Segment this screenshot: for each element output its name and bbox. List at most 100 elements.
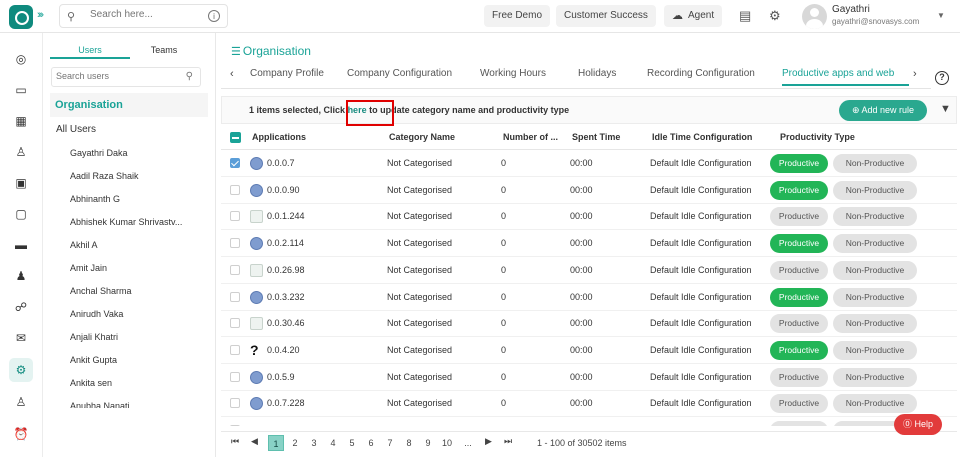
users-icon[interactable]: ♟ bbox=[9, 264, 33, 288]
list-item[interactable]: Anjali Khatri bbox=[70, 332, 118, 342]
table-row[interactable]: 0.0.0.90 Not Categorised 0 00:00 Default Idl… bbox=[221, 177, 957, 204]
table-row[interactable]: 0.0.1.244 Not Categorised 0 00:00 Default Id… bbox=[221, 203, 957, 231]
productive-toggle[interactable]: Productive bbox=[770, 394, 828, 414]
page-number[interactable]: 1 bbox=[268, 435, 284, 451]
column-applications[interactable]: Applications bbox=[252, 132, 306, 142]
row-checkbox[interactable] bbox=[230, 291, 240, 302]
non-productive-toggle[interactable]: Non-Productive bbox=[833, 287, 917, 307]
productive-toggle[interactable]: Productive bbox=[770, 180, 828, 200]
non-productive-toggle[interactable]: Non-Productive bbox=[833, 154, 917, 173]
table-row[interactable]: 0.0.26.98 Not Categorised 0 00:00 Default Id… bbox=[221, 257, 957, 284]
user-search[interactable]: ⚲ bbox=[51, 67, 201, 87]
column-productivity-type[interactable]: Productivity Type bbox=[780, 132, 855, 142]
list-item[interactable]: Gayathri Daka bbox=[70, 148, 128, 158]
row-checkbox[interactable] bbox=[230, 398, 240, 409]
non-productive-toggle[interactable]: Non-Productive bbox=[833, 260, 917, 280]
non-productive-toggle[interactable]: Non-Productive bbox=[833, 394, 917, 414]
page-number[interactable]: 4 bbox=[325, 435, 341, 451]
row-checkbox[interactable] bbox=[230, 371, 240, 382]
tab-recording-configuration[interactable]: Recording Configuration bbox=[647, 68, 755, 79]
table-row[interactable]: 0.0.7.228 Not Categorised 0 00:00 Default Id… bbox=[221, 390, 957, 418]
next-page-button[interactable]: ▶ bbox=[485, 436, 492, 447]
add-new-rule-button[interactable]: ⊕ Add new rule bbox=[839, 100, 927, 121]
prev-page-button[interactable]: ◀ bbox=[251, 436, 258, 447]
productive-toggle[interactable]: Productive bbox=[770, 154, 828, 173]
gear-icon[interactable]: ⚙ bbox=[769, 8, 781, 24]
column-spent-time[interactable]: Spent Time bbox=[572, 132, 620, 142]
global-search-input[interactable] bbox=[90, 9, 200, 20]
row-checkbox[interactable] bbox=[230, 158, 240, 168]
productive-toggle[interactable]: Productive bbox=[770, 207, 828, 227]
page-number[interactable]: 2 bbox=[287, 435, 303, 451]
tab-company-profile[interactable]: Company Profile bbox=[250, 68, 324, 79]
row-checkbox[interactable] bbox=[230, 318, 240, 329]
last-page-button[interactable]: ⏭ bbox=[504, 436, 512, 447]
non-productive-toggle[interactable]: Non-Productive bbox=[833, 234, 917, 254]
global-search[interactable]: ⚲ i bbox=[59, 4, 228, 28]
productive-toggle[interactable]: Productive bbox=[770, 340, 828, 360]
chevron-left-icon[interactable]: ‹ bbox=[230, 68, 234, 80]
row-checkbox[interactable] bbox=[230, 264, 240, 275]
page-number[interactable]: 8 bbox=[401, 435, 417, 451]
list-item[interactable]: Amit Jain bbox=[70, 263, 107, 273]
team-icon[interactable]: ☍ bbox=[9, 295, 33, 319]
dashboard-icon[interactable]: ◎ bbox=[9, 47, 33, 71]
list-item[interactable]: Akhil A bbox=[70, 240, 98, 250]
monitor-icon[interactable]: ▢ bbox=[9, 202, 33, 226]
page-number[interactable]: ... bbox=[460, 435, 476, 451]
tab-working-hours[interactable]: Working Hours bbox=[480, 68, 546, 79]
mail-icon[interactable]: ✉ bbox=[9, 326, 33, 350]
user-icon[interactable]: ♙ bbox=[9, 140, 33, 164]
table-row[interactable]: 0.0.3.232 Not Categorised 0 00:00 Default Id… bbox=[221, 284, 957, 311]
row-checkbox[interactable] bbox=[230, 425, 240, 426]
table-row[interactable]: 0.0.5.9 Not Categorised 0 00:00 Default Idle… bbox=[221, 364, 957, 391]
list-item[interactable]: Abhishek Kumar Shrivastv... bbox=[70, 217, 182, 227]
row-checkbox[interactable] bbox=[230, 344, 240, 355]
non-productive-toggle[interactable]: Non-Productive bbox=[833, 314, 917, 334]
table-row[interactable]: ? 0.0.4.20 Not Categorised 0 00:00 Default Id… bbox=[221, 337, 957, 364]
table-row[interactable]: 0.0.30.46 Not Categorised 0 00:00 Default Id… bbox=[221, 310, 957, 338]
page-number[interactable]: 6 bbox=[363, 435, 379, 451]
productive-toggle[interactable]: Productive bbox=[770, 421, 828, 426]
productive-toggle[interactable]: Productive bbox=[770, 260, 828, 280]
first-page-button[interactable]: ⏮ bbox=[231, 436, 239, 447]
customer-success-button[interactable]: Customer Success bbox=[556, 5, 656, 27]
user-search-input[interactable] bbox=[56, 71, 174, 81]
table-row[interactable]: 0.0.2.114 Not Categorised 0 00:00 Default Id… bbox=[221, 230, 957, 258]
list-item[interactable]: Ankita sen bbox=[70, 378, 112, 388]
help-button[interactable]: ⓪ Help bbox=[894, 414, 942, 435]
app-logo-icon[interactable] bbox=[9, 5, 33, 29]
expand-sidebar-icon[interactable]: ››› bbox=[37, 9, 44, 21]
productive-toggle[interactable]: Productive bbox=[770, 367, 828, 387]
page-number[interactable]: 5 bbox=[344, 435, 360, 451]
tab-holidays[interactable]: Holidays bbox=[578, 68, 616, 79]
row-checkbox[interactable] bbox=[230, 238, 240, 249]
free-demo-button[interactable]: Free Demo bbox=[484, 5, 551, 27]
row-checkbox[interactable] bbox=[230, 211, 240, 222]
timesheet-icon[interactable]: ▭ bbox=[9, 78, 33, 102]
list-item[interactable]: Anirudh Vaka bbox=[70, 309, 123, 319]
panel-org-label[interactable]: Organisation bbox=[50, 93, 208, 117]
page-number[interactable]: 3 bbox=[306, 435, 322, 451]
page-number[interactable]: 10 bbox=[439, 435, 455, 451]
list-item[interactable]: Anchal Sharma bbox=[70, 286, 132, 296]
all-users-item[interactable]: All Users bbox=[56, 124, 96, 135]
non-productive-toggle[interactable]: Non-Productive bbox=[833, 180, 917, 200]
non-productive-toggle[interactable]: Non-Productive bbox=[833, 207, 917, 227]
tab-users[interactable]: Users bbox=[50, 41, 130, 59]
table-row[interactable]: 0.0.8.152 Not Categorised 0 00:00 Default Id… bbox=[221, 417, 957, 426]
productive-toggle[interactable]: Productive bbox=[770, 234, 828, 254]
column-idle-time-configuration[interactable]: Idle Time Configuration bbox=[652, 132, 752, 142]
list-item[interactable]: Abhinanth G bbox=[70, 194, 120, 204]
list-item[interactable]: Ankit Gupta bbox=[70, 355, 117, 365]
productive-toggle[interactable]: Productive bbox=[770, 314, 828, 334]
page-number[interactable]: 9 bbox=[420, 435, 436, 451]
row-checkbox[interactable] bbox=[230, 184, 240, 195]
chevron-right-icon[interactable]: › bbox=[913, 68, 917, 80]
settings-icon[interactable]: ⚙ bbox=[9, 358, 33, 382]
table-row[interactable]: 0.0.0.7 Not Categorised 0 00:00 Default Idle… bbox=[221, 150, 957, 177]
agent-button[interactable]: ☁ Agent bbox=[664, 5, 723, 27]
chevron-down-icon[interactable]: ▼ bbox=[937, 11, 945, 20]
column-category-name[interactable]: Category Name bbox=[389, 132, 455, 142]
alarm-icon[interactable]: ⏰ bbox=[9, 422, 33, 446]
